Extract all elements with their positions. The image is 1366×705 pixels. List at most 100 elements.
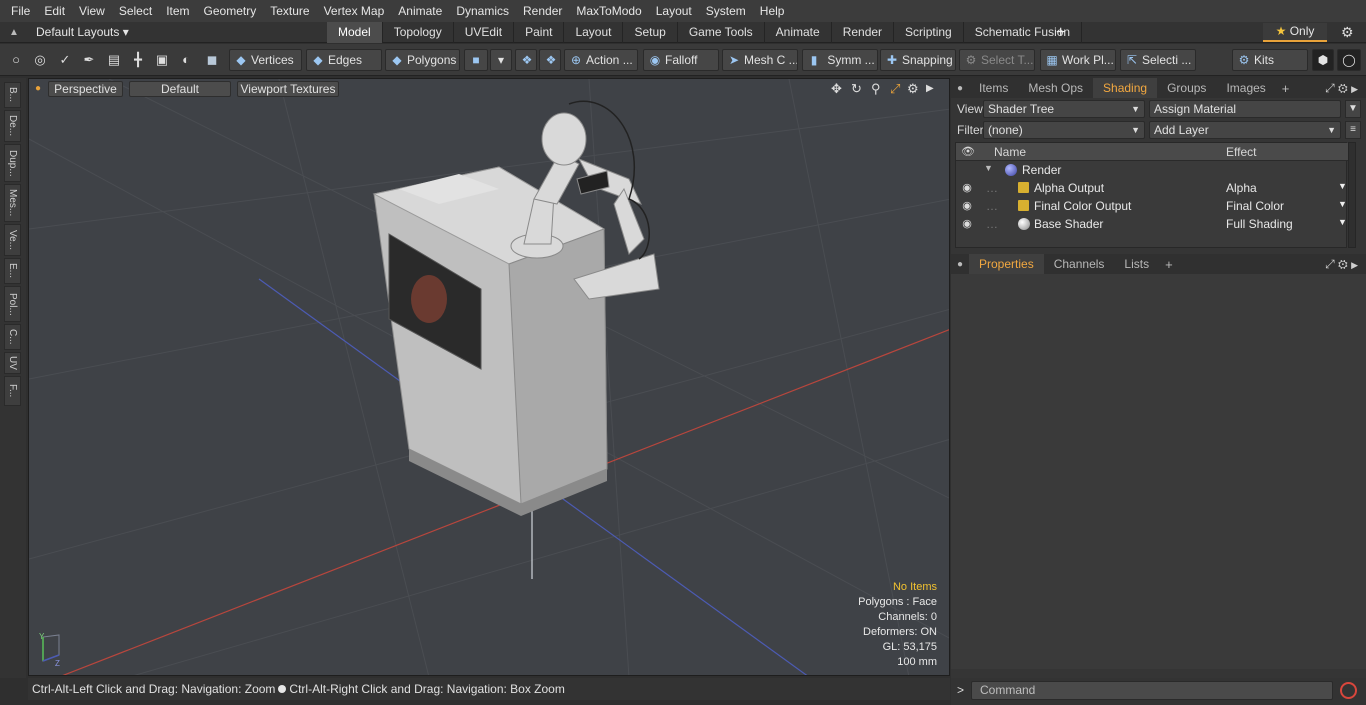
chevron-down-icon[interactable]: ▼	[1338, 181, 1347, 191]
filter-dropdown[interactable]: (none) ▼	[983, 121, 1145, 139]
left-tab-fusion[interactable]: F...	[4, 376, 21, 406]
menu-file[interactable]: File	[4, 0, 37, 22]
gear-icon[interactable]: ⚙	[1341, 24, 1354, 41]
snapping-button[interactable]: ✚ Snapping	[880, 49, 956, 71]
shield-icon[interactable]: ◼	[203, 51, 221, 69]
menu-render[interactable]: Render	[516, 0, 569, 22]
zoom-icon[interactable]: ⚲	[871, 82, 881, 96]
tab-items[interactable]: Items	[969, 78, 1018, 98]
select-box-icon[interactable]: ▣	[153, 51, 171, 69]
add-panel-tab-button[interactable]: +	[1276, 81, 1296, 96]
selection-sets-button[interactable]: ⇱ Selecti ...	[1120, 49, 1196, 71]
select-through-button[interactable]: ⚙ Select T...	[959, 49, 1035, 71]
mode-dropdown[interactable]: ▾	[490, 49, 512, 71]
tab-render[interactable]: Render	[832, 22, 895, 43]
left-tab-vertex[interactable]: Ve...	[4, 224, 21, 256]
tab-uvedit[interactable]: UVEdit	[454, 22, 515, 43]
effect-column-header[interactable]: Effect	[1226, 145, 1256, 159]
record-macro-icon[interactable]	[1340, 682, 1357, 699]
tab-channels[interactable]: Channels	[1044, 254, 1115, 274]
menu-view[interactable]: View	[72, 0, 112, 22]
tree-row-base-shader[interactable]: ◉ … Base Shader Full Shading ▼	[956, 215, 1348, 233]
rotate-select-icon[interactable]: ◐	[177, 51, 195, 69]
tab-properties[interactable]: Properties	[969, 254, 1044, 274]
collapse-up-icon[interactable]: ▲	[9, 27, 20, 38]
tab-setup[interactable]: Setup	[623, 22, 678, 43]
menu-animate[interactable]: Animate	[391, 0, 449, 22]
add-tab-button[interactable]: +	[1056, 22, 1065, 43]
panel-menu-icon[interactable]: ●	[951, 259, 969, 270]
tab-game-tools[interactable]: Game Tools	[678, 22, 765, 43]
name-column-header[interactable]: Name	[994, 145, 1026, 159]
tab-layout[interactable]: Layout	[564, 22, 624, 43]
add-panel-tab-button[interactable]: +	[1159, 257, 1179, 272]
tree-row-alpha-output[interactable]: ◉ … Alpha Output Alpha ▼	[956, 179, 1348, 197]
tab-topology[interactable]: Topology	[383, 22, 454, 43]
perspective-button[interactable]: Perspective	[48, 81, 123, 97]
left-tab-basic[interactable]: B...	[4, 82, 21, 108]
effect-final-color[interactable]: Final Color	[1226, 199, 1284, 213]
panel-expand-icon[interactable]: ▶	[1351, 260, 1358, 270]
tab-scripting[interactable]: Scripting	[894, 22, 964, 43]
unity-button[interactable]: ⬢	[1312, 49, 1334, 71]
effect-full-shading[interactable]: Full Shading	[1226, 217, 1293, 231]
effect-alpha[interactable]: Alpha	[1226, 181, 1257, 195]
eye-icon[interactable]: ◉	[960, 217, 974, 231]
eye-icon[interactable]: ◉	[960, 199, 974, 213]
panel-gear-icon[interactable]: ⚙	[1338, 81, 1348, 95]
left-tab-edge[interactable]: E...	[4, 258, 21, 284]
filter-icon[interactable]: ▼	[1345, 100, 1361, 118]
menu-system[interactable]: System	[699, 0, 753, 22]
only-toggle[interactable]: ★ Only	[1263, 23, 1327, 42]
pan-icon[interactable]: ✥	[831, 82, 842, 96]
menu-item[interactable]: Item	[159, 0, 196, 22]
globe-icon[interactable]: ◎	[31, 51, 49, 69]
pen-tool-icon[interactable]: ✓	[56, 51, 74, 69]
polygons-button[interactable]: ◆ Polygons	[385, 49, 460, 71]
item-mode-button[interactable]: ■	[464, 49, 488, 71]
robot-cart-model[interactable]	[372, 166, 608, 516]
maximize-icon[interactable]: ⤢	[890, 82, 900, 96]
panel-expand-icon[interactable]: ▶	[1351, 84, 1358, 94]
default-shading-button[interactable]: Default	[129, 81, 231, 97]
tree-row-final-color-output[interactable]: ◉ … Final Color Output Final Color ▼	[956, 197, 1348, 215]
list-options-icon[interactable]: ≡	[1345, 121, 1361, 139]
kits-button[interactable]: ⚙ Kits	[1232, 49, 1308, 71]
pivot-mode-button[interactable]: ❖	[539, 49, 561, 71]
tab-mesh-ops[interactable]: Mesh Ops	[1018, 78, 1093, 98]
viewport-textures-button[interactable]: Viewport Textures	[237, 81, 339, 97]
unreal-button[interactable]: ◯	[1337, 49, 1361, 71]
tree-row-render[interactable]: ▼ Render	[956, 161, 1348, 179]
menu-select[interactable]: Select	[112, 0, 159, 22]
rotate-view-icon[interactable]: ↻	[851, 82, 862, 96]
falloff-button[interactable]: ◉ Falloff	[643, 49, 719, 71]
center-icon[interactable]: ╋	[129, 51, 147, 69]
left-tab-curve[interactable]: C...	[4, 324, 21, 350]
mesh-constraint-button[interactable]: ➤ Mesh C ...	[722, 49, 798, 71]
menu-dynamics[interactable]: Dynamics	[449, 0, 516, 22]
brush-icon[interactable]: ✒	[80, 51, 98, 69]
chevron-down-icon[interactable]: ▼	[1338, 217, 1347, 227]
assign-material-button[interactable]: Assign Material	[1149, 100, 1341, 118]
tab-groups[interactable]: Groups	[1157, 78, 1216, 98]
tab-images[interactable]: Images	[1216, 78, 1275, 98]
tab-animate[interactable]: Animate	[765, 22, 832, 43]
panel-menu-icon[interactable]: ●	[951, 83, 969, 94]
add-layer-dropdown[interactable]: Add Layer ▼	[1149, 121, 1341, 139]
left-tab-duplicate[interactable]: Dup...	[4, 144, 21, 182]
left-tab-deform[interactable]: De...	[4, 110, 21, 142]
symmetry-button[interactable]: ▮ Symm ...	[802, 49, 878, 71]
menu-geometry[interactable]: Geometry	[197, 0, 264, 22]
menu-edit[interactable]: Edit	[37, 0, 72, 22]
expand-arrow-icon[interactable]: ▶	[926, 82, 934, 96]
menu-vertex-map[interactable]: Vertex Map	[317, 0, 392, 22]
left-tab-polygon[interactable]: Pol...	[4, 286, 21, 322]
tab-model[interactable]: Model	[327, 22, 383, 43]
work-plane-button[interactable]: ▦ Work Pl...	[1040, 49, 1116, 71]
viewport-gear-icon[interactable]: ⚙	[907, 82, 919, 96]
align-icon[interactable]: ▤	[105, 51, 123, 69]
material-mode-button[interactable]: ❖	[515, 49, 537, 71]
layout-selector[interactable]: Default Layouts ▾	[36, 24, 129, 41]
command-input[interactable]: Command	[971, 681, 1333, 700]
menu-texture[interactable]: Texture	[263, 0, 316, 22]
